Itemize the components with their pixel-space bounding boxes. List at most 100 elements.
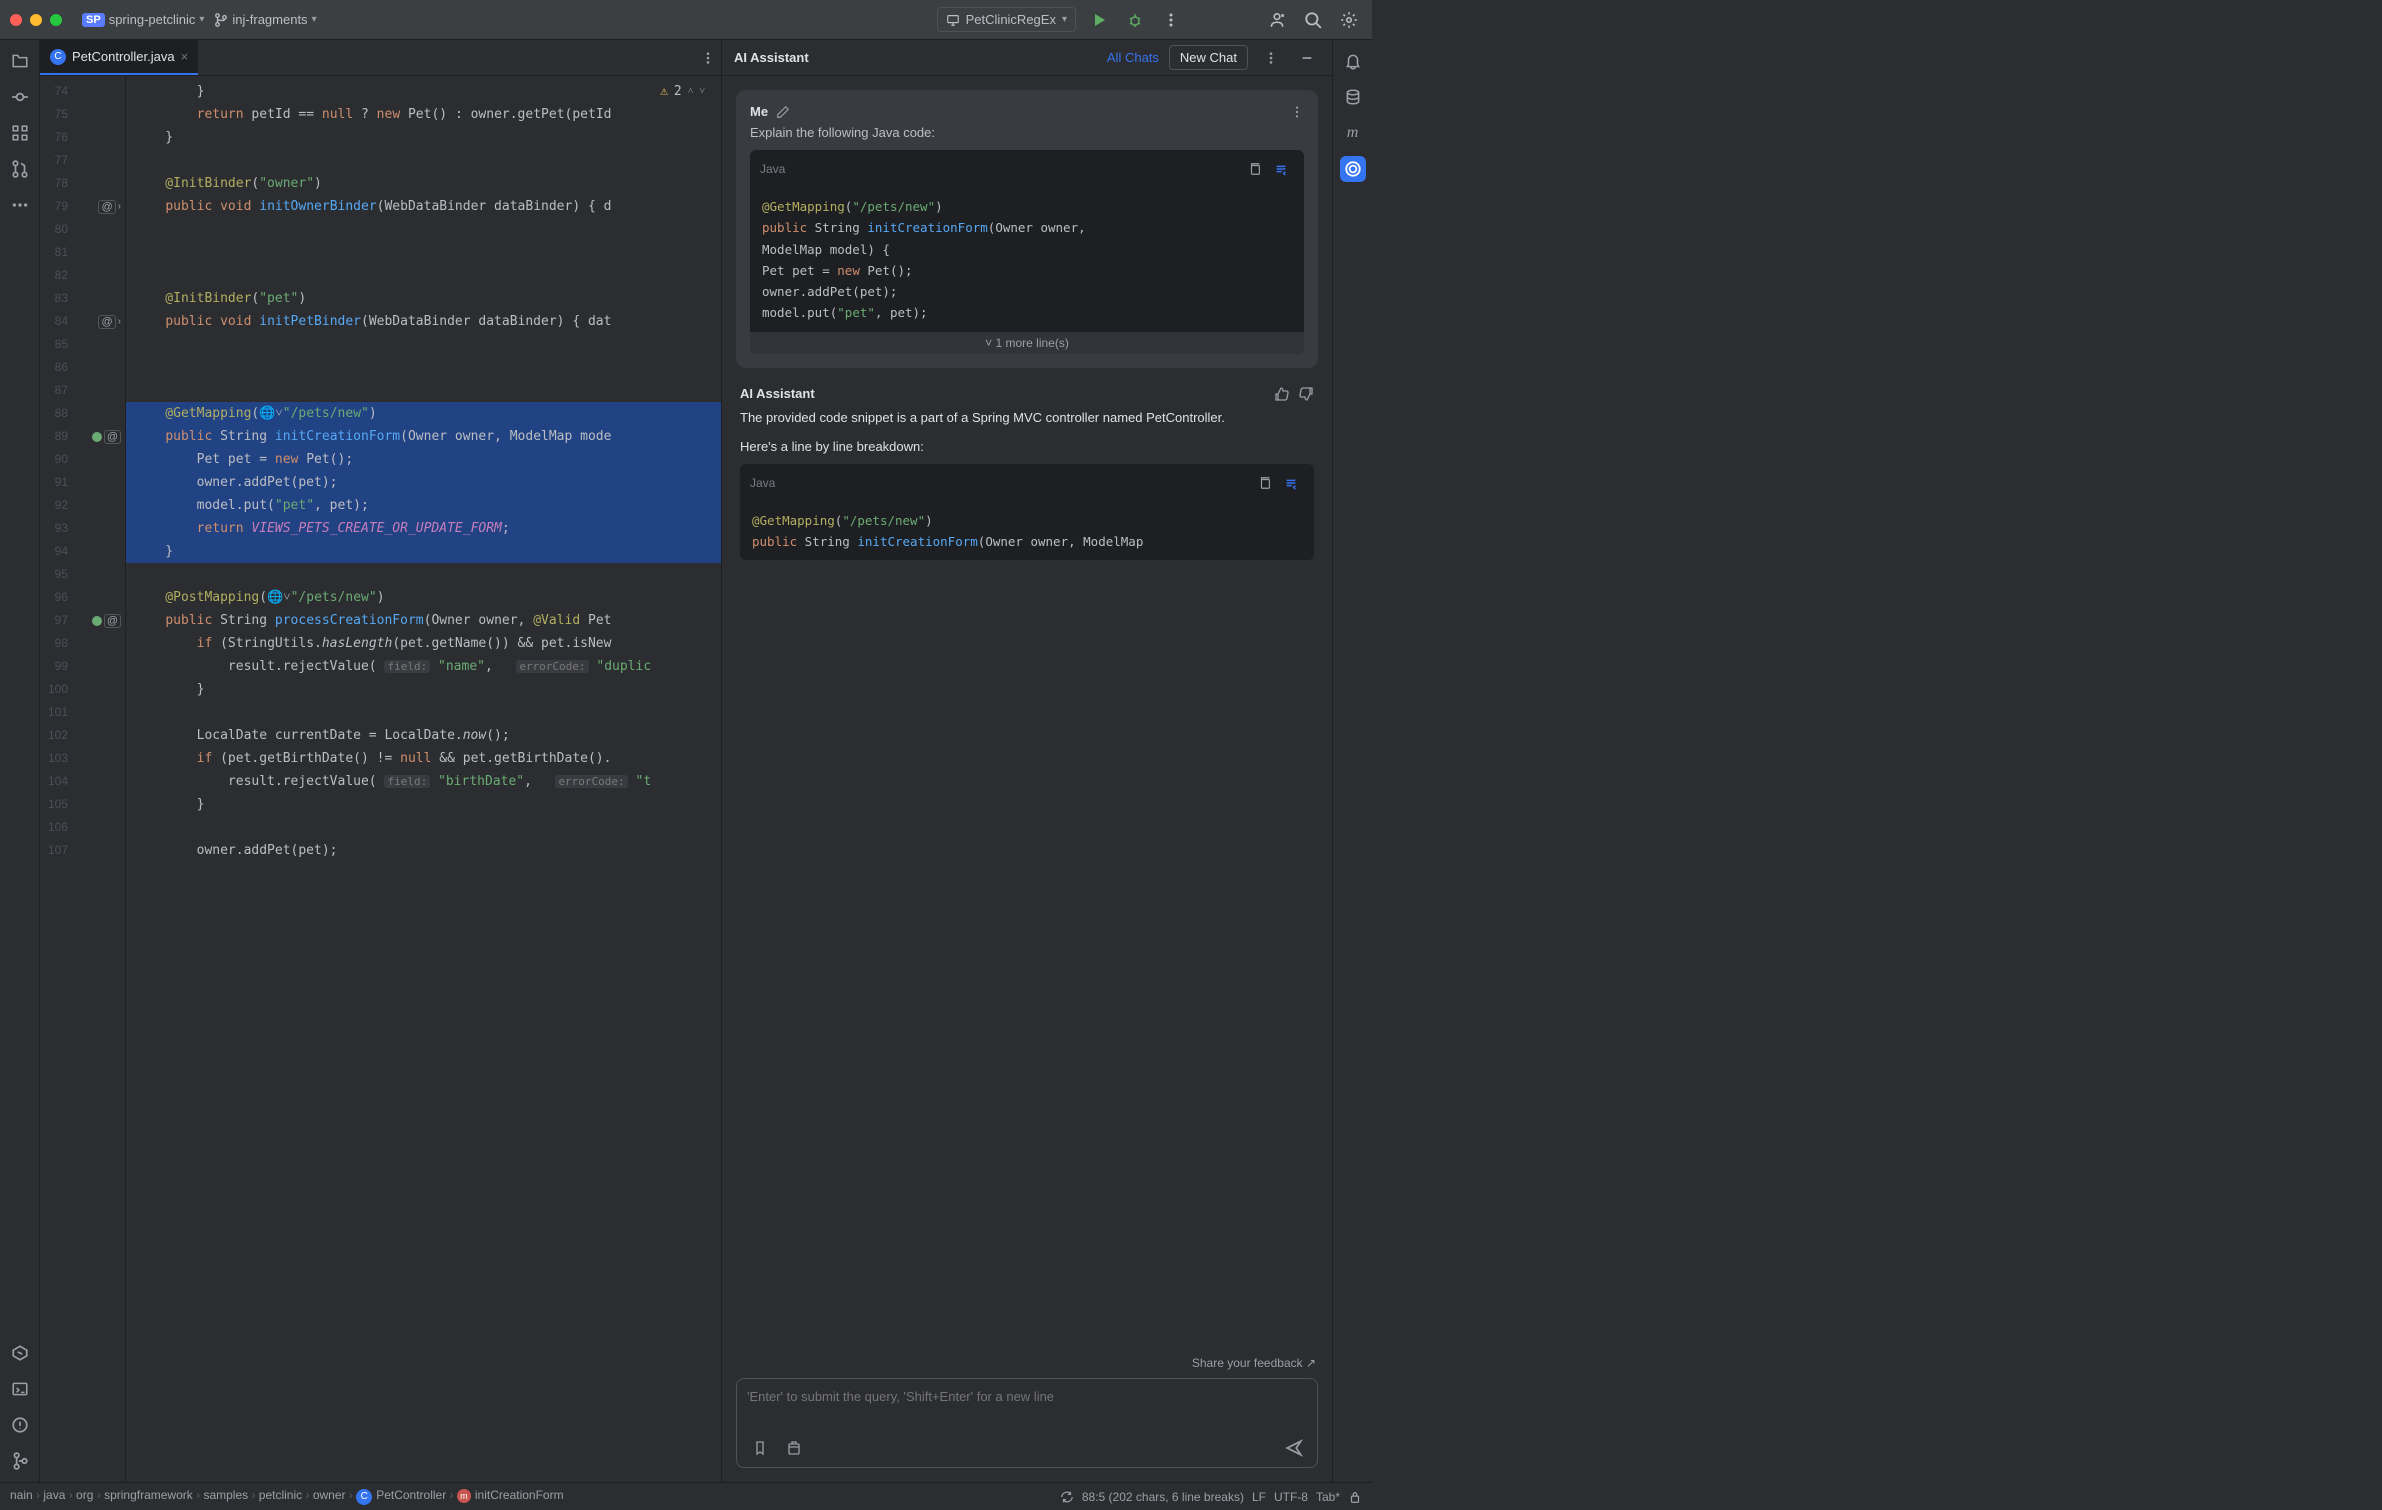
line-separator[interactable]: LF [1252,1490,1266,1504]
branch-name: inj-fragments [232,12,307,27]
run-config-icon [946,13,960,27]
project-selector[interactable]: SP spring-petclinic ▾ [82,12,204,27]
run-button[interactable] [1086,7,1112,33]
copy-code-button[interactable] [1252,470,1278,496]
services-tool-button[interactable] [7,1340,33,1366]
endpoint-gutter-icon[interactable] [92,432,102,442]
pull-requests-tool-button[interactable] [7,156,33,182]
insert-code-button[interactable] [1268,156,1294,182]
copy-code-button[interactable] [1242,156,1268,182]
settings-button[interactable] [1336,7,1362,33]
assistant-code-block: Java @GetMapping("/pets/new") public Str… [740,464,1314,561]
caret-position[interactable]: 88:5 (202 chars, 6 line breaks) [1082,1490,1244,1504]
assistant-paragraph: Here's a line by line breakdown: [740,439,1314,454]
attach-file-button[interactable] [781,1435,807,1461]
database-tool-button[interactable] [1340,84,1366,110]
thumbs-down-button[interactable] [1298,386,1314,402]
minimize-panel-button[interactable] [1294,45,1320,71]
maximize-window-button[interactable] [50,14,62,26]
chevron-down-icon: ▾ [199,14,204,25]
ai-more-options-button[interactable] [1258,45,1284,71]
right-tool-rail: m [1332,40,1372,1482]
top-bar: SP spring-petclinic ▾ inj-fragments ▾ Pe… [0,0,1372,40]
chat-input[interactable] [736,1378,1318,1468]
project-name: spring-petclinic [109,12,196,27]
close-window-button[interactable] [10,14,22,26]
user-code-block: Java @GetMapping("/pets/new") public Str… [750,150,1304,354]
close-tab-button[interactable]: × [181,49,189,64]
expand-code-button[interactable]: ˅ 1 more line(s) [750,332,1304,354]
assistant-paragraph: The provided code snippet is a part of a… [740,410,1314,425]
chevron-down-icon: ▾ [312,14,317,25]
problems-tool-button[interactable] [7,1412,33,1438]
warning-count: 2 [674,84,682,99]
chat-input-textarea[interactable] [737,1379,1317,1429]
inspections-widget[interactable]: ⚠ 2 ˄ ˅ [654,82,711,101]
ai-assistant-panel: AI Assistant All Chats New Chat Me Expla… [722,40,1332,1482]
override-gutter-icon[interactable]: @ [104,614,121,628]
override-gutter-icon[interactable]: @ [98,315,115,329]
ai-panel-title: AI Assistant [734,50,809,65]
icon-gutter: @› @› @ @ [76,76,126,1482]
indent-setting[interactable]: Tab* [1316,1490,1340,1504]
run-configuration-selector[interactable]: PetClinicRegEx ▾ [937,7,1076,32]
readonly-toggle[interactable] [1348,1490,1362,1504]
message-author: Me [750,104,768,119]
user-message: Me Explain the following Java code: Java [736,90,1318,368]
editor-tab[interactable]: C PetController.java × [40,40,198,75]
terminal-tool-button[interactable] [7,1376,33,1402]
minimize-window-button[interactable] [30,14,42,26]
ai-assistant-tool-button[interactable] [1340,156,1366,182]
new-chat-button[interactable]: New Chat [1169,45,1248,70]
attach-context-button[interactable] [747,1435,773,1461]
commit-tool-button[interactable] [7,84,33,110]
code-lang-label: Java [760,162,785,176]
share-feedback-link[interactable]: Share your feedback ↗ [722,1352,1332,1378]
java-class-icon: C [50,49,66,65]
code-lang-label: Java [750,476,775,490]
editor-area: C PetController.java × 74757677787980818… [40,40,722,1482]
warning-icon: ⚠ [660,84,668,99]
sync-icon[interactable] [1060,1490,1074,1504]
structure-tool-button[interactable] [7,120,33,146]
more-actions-button[interactable] [1158,7,1184,33]
left-tool-rail [0,40,40,1482]
breadcrumbs[interactable]: nain › java › org › springframework › sa… [10,1488,564,1505]
assistant-message: AI Assistant The provided code snippet i… [736,386,1318,561]
project-tool-button[interactable] [7,48,33,74]
search-everywhere-button[interactable] [1300,7,1326,33]
endpoint-gutter-icon[interactable] [92,616,102,626]
branch-icon [214,13,228,27]
file-encoding[interactable]: UTF-8 [1274,1490,1308,1504]
override-gutter-icon[interactable]: @ [104,430,121,444]
user-prompt-text: Explain the following Java code: [750,125,1304,140]
tab-file-name: PetController.java [72,49,175,64]
window-controls [10,14,62,26]
project-badge: SP [82,13,105,27]
thumbs-up-button[interactable] [1274,386,1290,402]
edit-message-icon[interactable] [776,105,790,119]
insert-code-button[interactable] [1278,470,1304,496]
notifications-button[interactable] [1340,48,1366,74]
chevron-up-icon[interactable]: ˄ [688,86,694,97]
editor-options-button[interactable] [695,45,721,71]
code-editor[interactable]: 7475767778798081828384858687888990919293… [40,76,721,1482]
ai-panel-header: AI Assistant All Chats New Chat [722,40,1332,76]
message-menu-button[interactable] [1290,105,1304,119]
git-branch-selector[interactable]: inj-fragments ▾ [214,12,316,27]
code-content[interactable]: ⚠ 2 ˄ ˅ } return petId == null ? new Pet… [126,76,721,1482]
vcs-tool-button[interactable] [7,1448,33,1474]
run-config-name: PetClinicRegEx [966,12,1056,27]
send-button[interactable] [1281,1435,1307,1461]
more-tool-windows-button[interactable] [7,192,33,218]
chevron-down-icon[interactable]: ˅ [699,86,705,97]
override-gutter-icon[interactable]: @ [98,200,115,214]
chevron-down-icon: ▾ [1062,14,1067,25]
chat-scroll-area[interactable]: Me Explain the following Java code: Java [722,76,1332,1352]
maven-tool-button[interactable]: m [1340,120,1366,146]
debug-button[interactable] [1122,7,1148,33]
all-chats-link[interactable]: All Chats [1107,50,1159,65]
line-number-gutter: 7475767778798081828384858687888990919293… [40,76,76,1482]
status-bar: nain › java › org › springframework › sa… [0,1482,1372,1510]
code-with-me-button[interactable] [1264,7,1290,33]
